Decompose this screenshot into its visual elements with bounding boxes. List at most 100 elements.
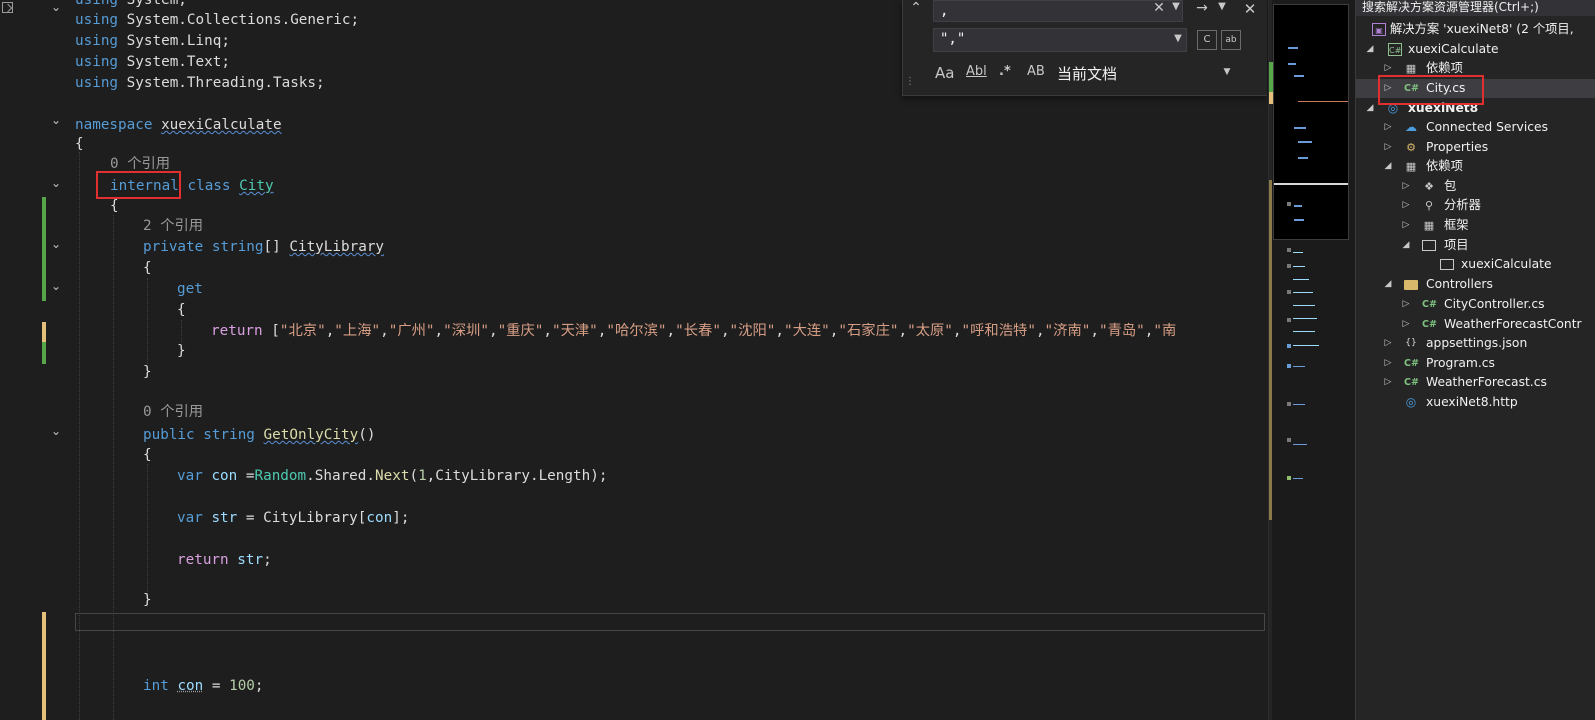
scope-dropdown-icon[interactable]: ▼	[1221, 67, 1233, 77]
solution-explorer-search-input[interactable]: 搜索解决方案资源管理器(Ctrl+;)	[1356, 0, 1595, 16]
find-next-icon[interactable]: →	[1193, 0, 1211, 16]
tree-item-analyzers[interactable]: ▷ ⚲ 分析器	[1356, 196, 1595, 215]
code-line: using System.Collections.Generic;	[75, 12, 360, 28]
replace-all-icon[interactable]: ab	[1221, 30, 1241, 50]
indent-guide	[181, 320, 182, 342]
code-line: public string GetOnlyCity()	[143, 427, 376, 443]
city-string-literal: "深圳"	[443, 323, 489, 339]
tree-item-projects[interactable]: ◢ 项目	[1356, 236, 1595, 255]
minimap-mark	[1294, 219, 1304, 221]
find-replace-widget: ⌃ , ✕ ▼ → ▼ ✕ "," ▼ C ab ⋮ Aa Abl .* AB …	[902, 0, 1267, 96]
tree-item-dependencies[interactable]: ◢ ▦ 依赖项	[1356, 157, 1595, 176]
minimap-mark	[1298, 157, 1308, 159]
code-line: var con =Random.Shared.Next(1,CityLibrar…	[177, 468, 608, 484]
expand-arrow-icon[interactable]: ▷	[1400, 216, 1412, 235]
find-options-dropdown-icon[interactable]: ▼	[1216, 1, 1228, 12]
code-line: using System.Text;	[75, 54, 230, 70]
solution-explorer: 搜索解决方案资源管理器(Ctrl+;) ▣ 解决方案 'xuexiNet8' (…	[1355, 0, 1595, 720]
indent-guide	[147, 464, 148, 596]
expand-arrow-icon[interactable]: ▷	[1382, 373, 1394, 392]
minimap-mark	[1293, 444, 1307, 445]
tree-item-project[interactable]: ◢ C# xuexiCalculate	[1356, 40, 1595, 59]
fold-toggle[interactable]: ⌄	[49, 279, 63, 293]
minimap[interactable]	[1268, 0, 1355, 720]
toggle-replace-icon[interactable]: ⌃	[907, 0, 925, 16]
expand-arrow-icon[interactable]: ▷	[1400, 177, 1412, 196]
tree-item-file[interactable]: ▷ C# Program.cs	[1356, 354, 1595, 373]
collapse-arrow-icon[interactable]: ◢	[1364, 40, 1376, 59]
replace-input[interactable]: ","	[933, 28, 1187, 52]
minimap-mark	[1293, 331, 1315, 332]
regex-option[interactable]: .*	[999, 64, 1011, 79]
expand-arrow-icon[interactable]: ▷	[1400, 315, 1412, 334]
expand-arrow-icon[interactable]: ▷	[1382, 334, 1394, 353]
fold-toggle[interactable]: ⌄	[49, 176, 63, 190]
minimap-mark	[1293, 266, 1305, 267]
drag-handle-icon[interactable]: ⋮	[905, 76, 915, 87]
tree-item-file[interactable]: ◎ xuexiNet8.http	[1356, 393, 1595, 412]
match-case-option[interactable]: Aa	[935, 64, 954, 82]
search-input[interactable]: ,	[933, 0, 1183, 22]
csharp-file-icon: C#	[1404, 377, 1419, 388]
tree-item-project-reference[interactable]: xuexiCalculate	[1356, 255, 1595, 274]
collapse-arrow-icon[interactable]: ◢	[1364, 99, 1376, 118]
collapse-arrow-icon[interactable]: ◢	[1382, 275, 1394, 294]
fold-toggle[interactable]: ⌄	[49, 237, 63, 251]
code-line: {	[110, 198, 119, 214]
collapse-arrow-icon[interactable]: ◢	[1382, 157, 1394, 176]
tree-item-connected-services[interactable]: ▷ ☁ Connected Services	[1356, 118, 1595, 137]
expand-arrow-icon[interactable]: ▷	[1400, 295, 1412, 314]
expand-arrow-icon[interactable]: ▷	[1400, 196, 1412, 215]
indent-guide	[79, 152, 80, 720]
framework-icon: ▦	[1423, 219, 1435, 232]
replace-next-icon[interactable]: C	[1197, 30, 1217, 50]
tree-item-frameworks[interactable]: ▷ ▦ 框架	[1356, 216, 1595, 235]
collapse-arrow-icon[interactable]: ◢	[1400, 236, 1412, 255]
code-line: {	[143, 447, 152, 463]
fold-toggle[interactable]: ⌄	[49, 113, 63, 127]
search-history-dropdown-icon[interactable]: ▼	[1169, 1, 1183, 12]
preserve-case-option[interactable]: AB	[1027, 64, 1045, 79]
tree-item-file[interactable]: ▷ {} appsettings.json	[1356, 334, 1595, 353]
fold-toggle[interactable]: ⌄	[49, 424, 63, 438]
minimap-mark	[1293, 366, 1305, 367]
highlight-box-city-file	[1378, 75, 1484, 105]
minimap-marker	[1287, 248, 1291, 252]
split-editor-icon[interactable]	[2, 2, 13, 13]
minimap-mark	[1294, 127, 1306, 129]
code-line: var str = CityLibrary[con];	[177, 510, 410, 526]
whole-word-option[interactable]: Abl	[966, 64, 987, 79]
tree-item-file[interactable]: ▷ C# WeatherForecast.cs	[1356, 373, 1595, 392]
csharp-file-icon: C#	[1422, 319, 1437, 330]
clear-search-icon[interactable]: ✕	[1151, 0, 1167, 16]
minimap-marker	[1287, 476, 1291, 480]
code-line: {	[75, 136, 84, 152]
city-string-literal: "长春"	[675, 323, 721, 339]
code-line: namespace xuexiCalculate	[75, 117, 282, 133]
dependencies-icon: ▦	[1405, 160, 1417, 173]
tree-item-file[interactable]: ▷ C# WeatherForecastContr	[1356, 315, 1595, 334]
tree-item-file[interactable]: ▷ C# CityController.cs	[1356, 295, 1595, 314]
minimap-mark	[1293, 478, 1303, 479]
code-editor[interactable]: ⌄ ⌄ ⌄ ⌄ ⌄ ⌄ using System; using System.C…	[0, 0, 1268, 720]
city-string-literal: "石家庄"	[838, 323, 899, 339]
expand-arrow-icon[interactable]: ▷	[1382, 138, 1394, 157]
tree-item-packages[interactable]: ▷ ❖ 包	[1356, 177, 1595, 196]
tree-item-solution[interactable]: ▣ 解决方案 'xuexiNet8' (2 个项目,	[1356, 20, 1595, 39]
minimap-viewport[interactable]	[1273, 4, 1349, 240]
search-scope-select[interactable]: 当前文档	[1057, 63, 1117, 84]
connected-services-icon: ☁	[1405, 120, 1417, 134]
codelens-references[interactable]: 0 个引用	[143, 402, 203, 423]
fold-toggle[interactable]: ⌄	[49, 0, 63, 14]
csharp-file-icon: C#	[1422, 299, 1437, 310]
minimap-mark	[1293, 318, 1317, 319]
code-line: {	[177, 302, 186, 318]
tree-item-folder[interactable]: ◢ Controllers	[1356, 275, 1595, 294]
tree-item-properties[interactable]: ▷ ⚙ Properties	[1356, 138, 1595, 157]
replace-history-dropdown-icon[interactable]: ▼	[1171, 33, 1185, 44]
codelens-references[interactable]: 2 个引用	[143, 216, 203, 237]
close-find-icon[interactable]: ✕	[1241, 0, 1259, 18]
expand-arrow-icon[interactable]: ▷	[1382, 118, 1394, 137]
expand-arrow-icon[interactable]: ▷	[1382, 354, 1394, 373]
minimap-marker	[1287, 318, 1291, 322]
